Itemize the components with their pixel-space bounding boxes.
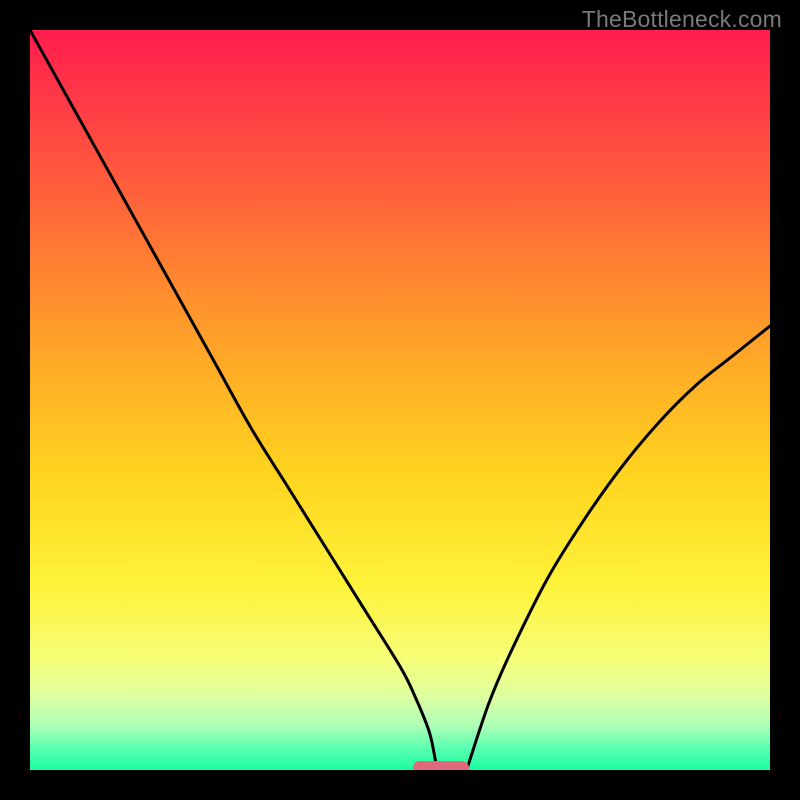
bottleneck-marker	[413, 761, 469, 770]
bottleneck-curve	[30, 30, 770, 770]
left-curve-path	[30, 30, 437, 770]
right-curve-path	[467, 326, 770, 770]
watermark-text: TheBottleneck.com	[582, 6, 782, 33]
plot-area	[30, 30, 770, 770]
chart-frame: TheBottleneck.com	[0, 0, 800, 800]
